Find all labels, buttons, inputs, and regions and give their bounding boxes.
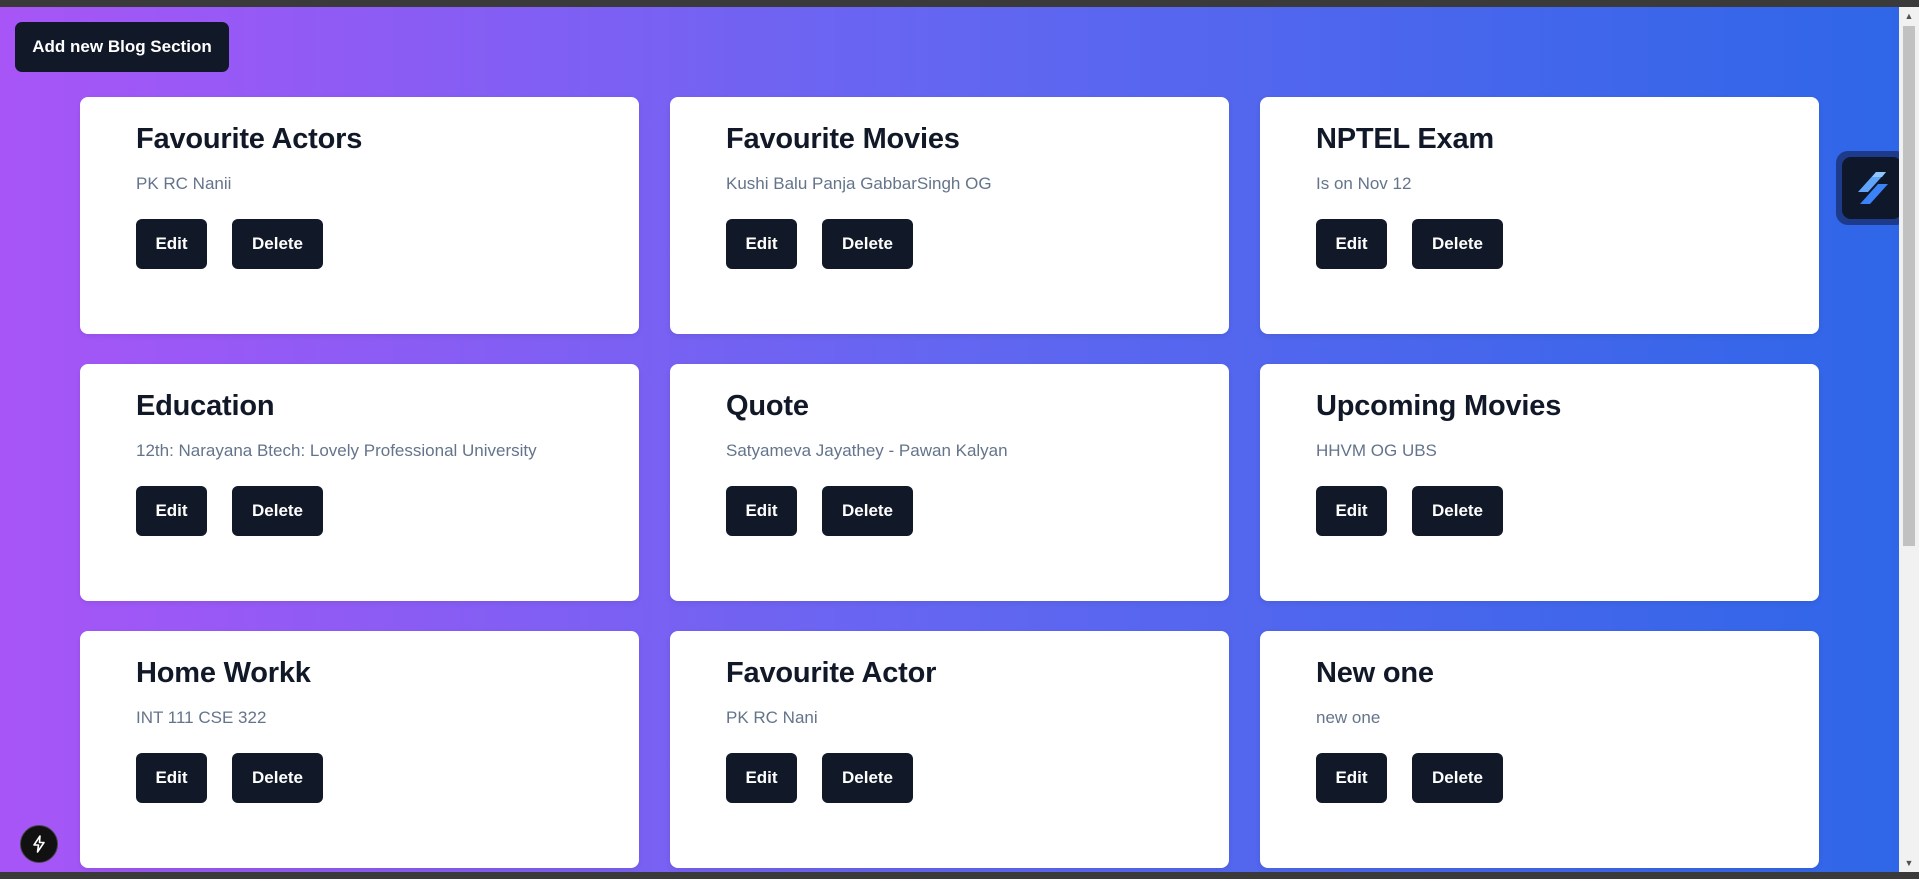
card-actions: Edit Delete (726, 486, 1173, 536)
blog-card: New one new one Edit Delete (1260, 631, 1819, 868)
card-description: PK RC Nani (726, 708, 818, 727)
card-title: Education (136, 390, 275, 422)
delete-button[interactable]: Delete (822, 486, 913, 536)
card-title: Favourite Actor (726, 657, 937, 689)
edit-button[interactable]: Edit (726, 219, 797, 269)
card-title: Quote (726, 390, 809, 422)
blog-card: Education 12th: Narayana Btech: Lovely P… (80, 364, 639, 601)
delete-button[interactable]: Delete (232, 486, 323, 536)
edit-button[interactable]: Edit (1316, 219, 1387, 269)
card-description: Is on Nov 12 (1316, 174, 1412, 193)
card-actions: Edit Delete (136, 753, 583, 803)
blog-card: Quote Satyameva Jayathey - Pawan Kalyan … (670, 364, 1229, 601)
lightning-bolt-icon[interactable] (20, 825, 58, 863)
card-description: new one (1316, 708, 1381, 727)
scrollbar-thumb[interactable] (1903, 26, 1915, 546)
card-description: Satyameva Jayathey - Pawan Kalyan (726, 441, 1008, 460)
delete-button[interactable]: Delete (232, 753, 323, 803)
edit-button[interactable]: Edit (136, 219, 207, 269)
card-description: PK RC Nanii (136, 174, 232, 193)
card-title: New one (1316, 657, 1434, 689)
edit-button[interactable]: Edit (1316, 486, 1387, 536)
edit-button[interactable]: Edit (726, 753, 797, 803)
blog-card: Home Workk INT 111 CSE 322 Edit Delete (80, 631, 639, 868)
delete-button[interactable]: Delete (1412, 219, 1503, 269)
card-actions: Edit Delete (726, 753, 1173, 803)
blog-card: Upcoming Movies HHVM OG UBS Edit Delete (1260, 364, 1819, 601)
delete-button[interactable]: Delete (1412, 753, 1503, 803)
scroll-up-arrow-icon[interactable]: ▲ (1899, 7, 1919, 25)
blog-card: NPTEL Exam Is on Nov 12 Edit Delete (1260, 97, 1819, 334)
scroll-down-arrow-icon[interactable]: ▼ (1899, 854, 1919, 872)
card-title: Upcoming Movies (1316, 390, 1562, 422)
card-title: Favourite Actors (136, 123, 363, 155)
browser-top-strip (0, 0, 1919, 7)
edit-button[interactable]: Edit (1316, 753, 1387, 803)
card-actions: Edit Delete (1316, 486, 1763, 536)
card-description: HHVM OG UBS (1316, 441, 1437, 460)
edit-button[interactable]: Edit (136, 486, 207, 536)
page-viewport: Add new Blog Section Favourite Actors PK… (0, 7, 1899, 872)
blog-card: Favourite Actors PK RC Nanii Edit Delete (80, 97, 639, 334)
card-description: Kushi Balu Panja GabbarSingh OG (726, 174, 992, 193)
card-actions: Edit Delete (136, 486, 583, 536)
card-title: Home Workk (136, 657, 311, 689)
card-actions: Edit Delete (726, 219, 1173, 269)
card-title: Favourite Movies (726, 123, 960, 155)
delete-button[interactable]: Delete (1412, 486, 1503, 536)
card-actions: Edit Delete (1316, 219, 1763, 269)
vertical-scrollbar[interactable]: ▲ ▼ (1899, 7, 1919, 872)
card-actions: Edit Delete (136, 219, 583, 269)
blog-card: Favourite Movies Kushi Balu Panja Gabbar… (670, 97, 1229, 334)
blog-card-grid: Favourite Actors PK RC Nanii Edit Delete… (80, 97, 1819, 868)
card-title: NPTEL Exam (1316, 123, 1494, 155)
delete-button[interactable]: Delete (822, 753, 913, 803)
delete-button[interactable]: Delete (822, 219, 913, 269)
card-actions: Edit Delete (1316, 753, 1763, 803)
card-description: INT 111 CSE 322 (136, 708, 267, 727)
browser-bottom-strip (0, 872, 1919, 879)
stacked-slash-logo-icon (1842, 157, 1899, 219)
floating-extension-widget[interactable] (1836, 151, 1899, 225)
card-description: 12th: Narayana Btech: Lovely Professiona… (136, 441, 537, 460)
delete-button[interactable]: Delete (232, 219, 323, 269)
add-blog-section-button[interactable]: Add new Blog Section (15, 22, 229, 72)
edit-button[interactable]: Edit (726, 486, 797, 536)
blog-card: Favourite Actor PK RC Nani Edit Delete (670, 631, 1229, 868)
edit-button[interactable]: Edit (136, 753, 207, 803)
